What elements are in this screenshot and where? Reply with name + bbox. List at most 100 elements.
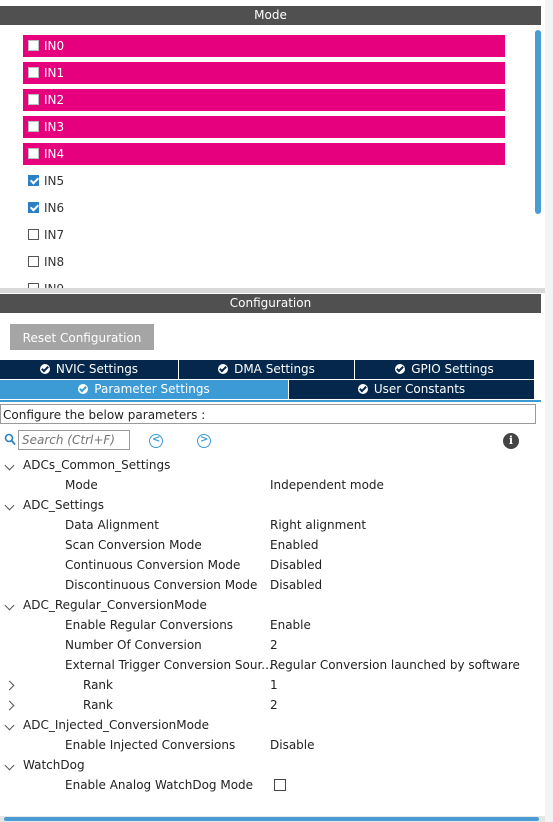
pin-checkbox[interactable] (28, 148, 39, 159)
pin-row-in1[interactable]: IN1 (23, 62, 505, 84)
param-value[interactable]: Enable (270, 615, 311, 635)
check-circle-icon (357, 384, 368, 394)
horizontal-scrollbar[interactable] (0, 816, 545, 822)
info-icon[interactable]: i (503, 433, 519, 449)
pin-checkbox[interactable] (28, 202, 39, 213)
pin-checkbox[interactable] (28, 256, 39, 267)
pin-row-in9[interactable]: IN9 (23, 278, 505, 288)
tab-dma-settings[interactable]: DMA Settings (179, 360, 355, 379)
param-value[interactable]: Disabled (270, 555, 322, 575)
pin-row-in6[interactable]: IN6 (23, 197, 505, 219)
param-subgroup-row[interactable]: Rank 2 (0, 695, 541, 715)
pin-row-in8[interactable]: IN8 (23, 251, 505, 273)
param-group-label: ADCs_Common_Settings (23, 458, 171, 472)
param-group-row[interactable]: ADC_Regular_ConversionMode (0, 595, 541, 615)
chevron-right-icon: > (200, 434, 209, 445)
param-row[interactable]: Discontinuous Conversion Mode Disabled (0, 575, 541, 595)
chevron-down-icon[interactable] (4, 495, 16, 515)
param-name: Rank (83, 678, 113, 692)
param-name: Scan Conversion Mode (65, 538, 202, 552)
check-circle-icon (78, 384, 89, 394)
param-row[interactable]: Continuous Conversion Mode Disabled (0, 555, 541, 575)
param-value[interactable]: Disabled (270, 575, 322, 595)
chevron-right-icon[interactable] (4, 675, 16, 695)
param-row[interactable]: Scan Conversion Mode Enabled (0, 535, 541, 555)
param-group-row[interactable]: ADC_Injected_ConversionMode (0, 715, 541, 735)
tab-label: DMA Settings (234, 362, 315, 376)
param-name: Data Alignment (65, 518, 159, 532)
param-value[interactable]: 1 (270, 675, 278, 695)
param-name: Enable Analog WatchDog Mode (65, 778, 254, 792)
tab-parameter-settings[interactable]: Parameter Settings (0, 380, 289, 399)
param-name: Enable Regular Conversions (65, 618, 234, 632)
param-group-row[interactable]: ADCs_Common_Settings (0, 455, 541, 475)
search-next-button[interactable]: > (197, 434, 211, 448)
chevron-down-icon[interactable] (4, 715, 16, 735)
param-value[interactable]: 2 (270, 635, 278, 655)
param-row[interactable]: Number Of Conversion 2 (0, 635, 541, 655)
param-name: Mode (65, 478, 98, 492)
tab-label: Parameter Settings (94, 382, 210, 396)
pin-label: IN9 (44, 278, 64, 288)
chevron-left-icon: < (152, 434, 161, 445)
pin-row-in2[interactable]: IN2 (23, 89, 505, 111)
param-group-row[interactable]: ADC_Settings (0, 495, 541, 515)
param-value[interactable]: Disable (270, 735, 315, 755)
check-circle-icon (39, 364, 50, 374)
pin-row-in7[interactable]: IN7 (23, 224, 505, 246)
pin-label: IN4 (44, 147, 65, 161)
param-row[interactable]: Data Alignment Right alignment (0, 515, 541, 535)
mode-scrollbar[interactable] (535, 30, 541, 214)
param-row[interactable]: Enable Regular Conversions Enable (0, 615, 541, 635)
pin-checkbox[interactable] (28, 175, 39, 186)
search-input[interactable] (18, 430, 130, 450)
tab-user-constants[interactable]: User Constants (289, 380, 535, 399)
pin-checkbox[interactable] (28, 121, 39, 132)
panel-splitter[interactable] (0, 288, 545, 293)
param-value[interactable]: 2 (270, 695, 278, 715)
pin-row-in0[interactable]: IN0 (23, 35, 505, 57)
chevron-down-icon[interactable] (4, 755, 16, 775)
mode-section-title: Mode (0, 6, 541, 25)
param-checkbox[interactable] (274, 779, 286, 791)
param-name: Discontinuous Conversion Mode (65, 578, 258, 592)
param-group-label: ADC_Settings (23, 498, 105, 512)
pin-checkbox[interactable] (28, 94, 39, 105)
pin-label: IN3 (44, 120, 65, 134)
pin-label: IN5 (44, 174, 65, 188)
pin-checkbox[interactable] (28, 40, 39, 51)
pin-label: IN8 (44, 255, 65, 269)
reset-configuration-button[interactable]: Reset Configuration (10, 324, 154, 350)
param-value[interactable]: Independent mode (270, 475, 384, 495)
configuration-section-title: Configuration (0, 294, 541, 313)
param-name: External Trigger Conversion Sour... (65, 658, 273, 672)
param-subgroup-row[interactable]: Rank 1 (0, 675, 541, 695)
mode-pin-list: IN0 IN1 IN2 IN3 IN4 IN5 IN6 IN7 IN8 IN9 (0, 25, 541, 288)
chevron-right-icon[interactable] (4, 695, 16, 715)
check-circle-icon (218, 364, 229, 374)
window-right-edge (545, 0, 553, 822)
param-row[interactable]: Enable Analog WatchDog Mode (0, 775, 541, 795)
chevron-down-icon[interactable] (4, 455, 16, 475)
param-group-label: ADC_Regular_ConversionMode (23, 598, 207, 612)
pin-row-in5[interactable]: IN5 (23, 170, 505, 192)
param-group-label: ADC_Injected_ConversionMode (23, 718, 209, 732)
pin-label: IN2 (44, 93, 65, 107)
param-value[interactable]: Enabled (270, 535, 319, 555)
pin-row-in3[interactable]: IN3 (23, 116, 505, 138)
param-row[interactable]: Mode Independent mode (0, 475, 541, 495)
param-value[interactable]: Right alignment (270, 515, 366, 535)
pin-label: IN6 (44, 201, 65, 215)
pin-row-in4[interactable]: IN4 (23, 143, 505, 165)
param-value[interactable]: Regular Conversion launched by software (270, 655, 520, 675)
pin-checkbox[interactable] (28, 67, 39, 78)
chevron-down-icon[interactable] (4, 595, 16, 615)
search-previous-button[interactable]: < (149, 434, 163, 448)
param-group-row[interactable]: WatchDog (0, 755, 541, 775)
tab-nvic-settings[interactable]: NVIC Settings (0, 360, 179, 379)
pin-checkbox[interactable] (28, 229, 39, 240)
param-row[interactable]: Enable Injected Conversions Disable (0, 735, 541, 755)
tab-gpio-settings[interactable]: GPIO Settings (355, 360, 535, 379)
param-name: Enable Injected Conversions (65, 738, 236, 752)
param-row[interactable]: External Trigger Conversion Sour... Regul… (0, 655, 541, 675)
